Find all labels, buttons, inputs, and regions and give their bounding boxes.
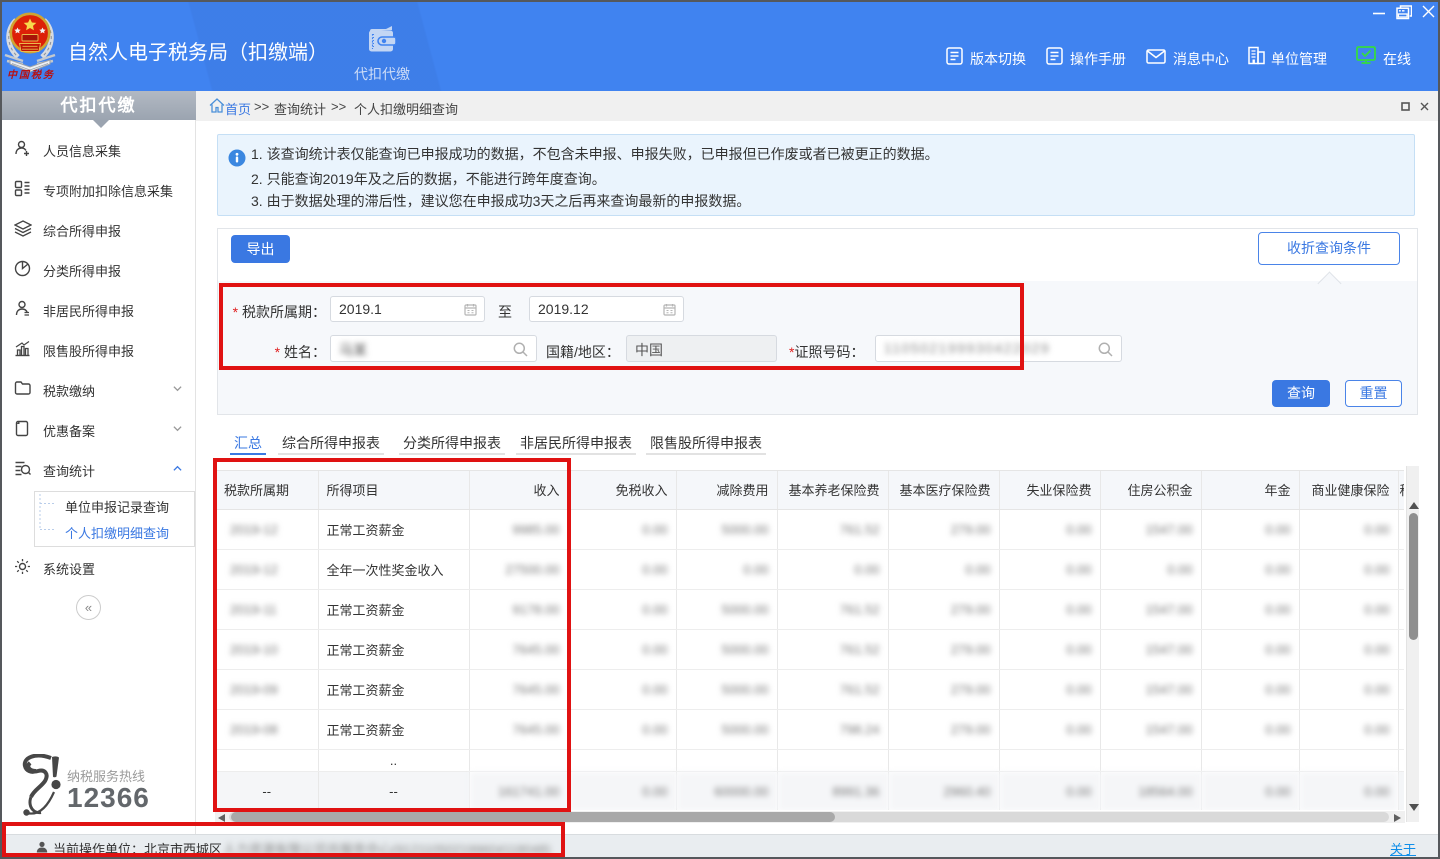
svg-text:中国税务: 中国税务 (7, 69, 55, 81)
